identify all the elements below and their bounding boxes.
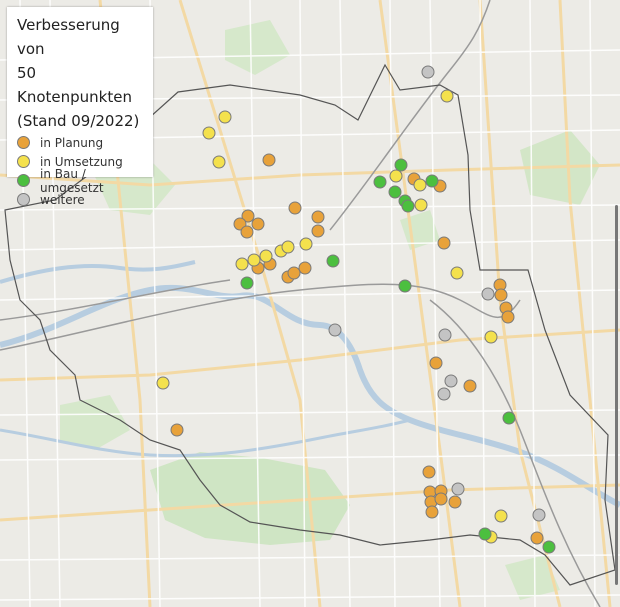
point-weitere[interactable]	[437, 387, 451, 401]
point-in-planung[interactable]	[463, 379, 477, 393]
legend-title-line-3: (Stand 09/2022)	[17, 112, 140, 130]
point-in-umsetzung[interactable]	[281, 240, 295, 254]
point-in-planung[interactable]	[311, 210, 325, 224]
legend-label: in Planung	[40, 135, 104, 150]
orange-dot-icon	[17, 136, 30, 149]
point-weitere[interactable]	[532, 508, 546, 522]
grey-dot-icon	[17, 193, 30, 206]
point-in-umsetzung[interactable]	[235, 257, 249, 271]
point-in-planung[interactable]	[434, 492, 448, 506]
point-in-umsetzung[interactable]	[414, 198, 428, 212]
point-in-planung[interactable]	[298, 261, 312, 275]
point-in-planung[interactable]	[530, 531, 544, 545]
point-in-bau[interactable]	[502, 411, 516, 425]
point-weitere[interactable]	[481, 287, 495, 301]
point-in-planung[interactable]	[494, 288, 508, 302]
legend-title-line-1: Verbesserung von	[17, 16, 120, 58]
point-in-umsetzung[interactable]	[299, 237, 313, 251]
point-in-planung[interactable]	[287, 266, 301, 280]
legend-title-line-2: 50 Knotenpunkten	[17, 64, 132, 106]
point-in-bau[interactable]	[373, 175, 387, 189]
point-in-planung[interactable]	[448, 495, 462, 509]
map-scrollbar[interactable]	[615, 205, 618, 585]
point-in-bau[interactable]	[240, 276, 254, 290]
point-in-umsetzung[interactable]	[450, 266, 464, 280]
point-weitere[interactable]	[421, 65, 435, 79]
point-in-planung[interactable]	[422, 465, 436, 479]
legend-label: weitere	[40, 192, 85, 207]
point-weitere[interactable]	[444, 374, 458, 388]
point-in-umsetzung[interactable]	[440, 89, 454, 103]
point-in-bau[interactable]	[394, 158, 408, 172]
point-in-planung[interactable]	[251, 217, 265, 231]
point-in-umsetzung[interactable]	[202, 126, 216, 140]
point-in-umsetzung[interactable]	[413, 178, 427, 192]
point-in-bau[interactable]	[388, 185, 402, 199]
point-in-bau[interactable]	[425, 174, 439, 188]
point-in-bau[interactable]	[401, 199, 415, 213]
point-in-umsetzung[interactable]	[212, 155, 226, 169]
point-in-bau[interactable]	[478, 527, 492, 541]
park-area	[225, 20, 290, 75]
legend: Verbesserung von 50 Knotenpunkten (Stand…	[7, 7, 153, 207]
point-in-umsetzung[interactable]	[156, 376, 170, 390]
park-area	[60, 395, 130, 450]
legend-item-in-planung: in Planung	[17, 133, 145, 152]
river	[0, 260, 196, 284]
legend-label: in Bau / umgesetzt	[40, 166, 104, 195]
point-in-umsetzung[interactable]	[494, 509, 508, 523]
point-weitere[interactable]	[451, 482, 465, 496]
point-in-umsetzung[interactable]	[218, 110, 232, 124]
point-in-bau[interactable]	[398, 279, 412, 293]
point-in-planung[interactable]	[429, 356, 443, 370]
map[interactable]: Verbesserung von 50 Knotenpunkten (Stand…	[0, 0, 620, 607]
point-in-planung[interactable]	[425, 505, 439, 519]
point-in-umsetzung[interactable]	[389, 169, 403, 183]
point-in-umsetzung[interactable]	[247, 253, 261, 267]
point-in-planung[interactable]	[501, 310, 515, 324]
yellow-dot-icon	[17, 155, 30, 168]
point-in-umsetzung[interactable]	[484, 330, 498, 344]
point-weitere[interactable]	[328, 323, 342, 337]
point-in-planung[interactable]	[437, 236, 451, 250]
point-in-planung[interactable]	[262, 153, 276, 167]
point-in-planung[interactable]	[288, 201, 302, 215]
point-in-planung[interactable]	[240, 225, 254, 239]
green-dot-icon	[17, 174, 30, 187]
point-in-bau[interactable]	[542, 540, 556, 554]
point-in-planung[interactable]	[311, 224, 325, 238]
point-in-umsetzung[interactable]	[259, 249, 273, 263]
point-in-bau[interactable]	[326, 254, 340, 268]
point-in-planung[interactable]	[170, 423, 184, 437]
point-weitere[interactable]	[438, 328, 452, 342]
legend-item-in-bau: in Bau / umgesetzt	[17, 167, 145, 195]
